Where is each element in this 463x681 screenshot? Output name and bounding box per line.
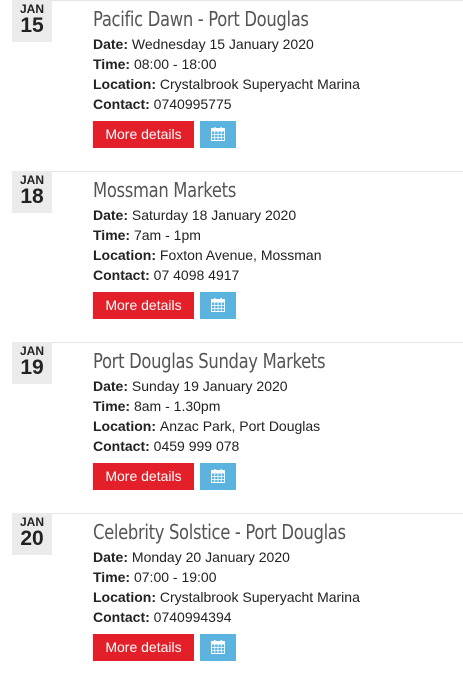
event-contact: 0459 999 078 <box>153 438 240 454</box>
date-badge-day: 18 <box>20 185 44 208</box>
event-title[interactable]: Celebrity Solstice - Port Douglas <box>93 520 346 544</box>
add-to-calendar-button[interactable] <box>200 463 236 490</box>
time-label: Time: <box>93 56 134 72</box>
event-location: Anzac Park, Port Douglas <box>159 418 321 434</box>
event-date: Saturday 18 January 2020 <box>131 207 297 223</box>
event-date-row: Date: Wednesday 15 January 2020 <box>93 35 314 53</box>
add-to-calendar-button[interactable] <box>200 292 236 319</box>
divider <box>52 513 463 514</box>
event-date-row: Date: Saturday 18 January 2020 <box>93 206 296 224</box>
event-contact: 0740994394 <box>153 609 232 625</box>
date-label: Date: <box>93 36 132 52</box>
contact-label: Contact: <box>93 96 154 112</box>
location-label: Location: <box>93 589 160 605</box>
more-details-button[interactable]: More details <box>93 463 194 490</box>
calendar-icon <box>211 127 225 141</box>
event-contact-row: Contact: 0740994394 <box>93 608 232 626</box>
event-contact: 07 4098 4917 <box>153 267 240 283</box>
location-label: Location: <box>93 418 160 434</box>
event-date: Wednesday 15 January 2020 <box>131 36 314 52</box>
more-details-button[interactable]: More details <box>93 292 194 319</box>
location-label: Location: <box>93 76 160 92</box>
event-contact-row: Contact: 0459 999 078 <box>93 437 239 455</box>
event-date-row: Date: Monday 20 January 2020 <box>93 548 290 566</box>
date-label: Date: <box>93 207 132 223</box>
event-time-row: Time: 07:00 - 19:00 <box>93 568 217 586</box>
divider <box>52 342 463 343</box>
divider <box>52 171 463 172</box>
date-badge: JAN 20 <box>12 513 52 555</box>
location-label: Location: <box>93 247 160 263</box>
event-location: Crystalbrook Superyacht Marina <box>159 76 360 92</box>
time-label: Time: <box>93 569 134 585</box>
add-to-calendar-button[interactable] <box>200 121 236 148</box>
calendar-icon <box>211 298 225 312</box>
event-time: 07:00 - 19:00 <box>133 569 217 585</box>
contact-label: Contact: <box>93 438 154 454</box>
event-time: 08:00 - 18:00 <box>133 56 217 72</box>
date-label: Date: <box>93 378 132 394</box>
more-details-button[interactable]: More details <box>93 634 194 661</box>
calendar-icon <box>211 640 225 654</box>
date-badge-day: 15 <box>20 14 44 37</box>
event-time-row: Time: 8am - 1.30pm <box>93 397 220 415</box>
event-time-row: Time: 7am - 1pm <box>93 226 201 244</box>
add-to-calendar-button[interactable] <box>200 634 236 661</box>
date-label: Date: <box>93 549 132 565</box>
more-details-button[interactable]: More details <box>93 121 194 148</box>
event-date: Monday 20 January 2020 <box>131 549 290 565</box>
date-badge: JAN 18 <box>12 171 52 213</box>
event-contact-row: Contact: 0740995775 <box>93 95 232 113</box>
event-contact: 0740995775 <box>153 96 232 112</box>
event-location: Crystalbrook Superyacht Marina <box>159 589 360 605</box>
contact-label: Contact: <box>93 609 154 625</box>
contact-label: Contact: <box>93 267 154 283</box>
event-location: Foxton Avenue, Mossman <box>159 247 322 263</box>
event-contact-row: Contact: 07 4098 4917 <box>93 266 239 284</box>
event-title[interactable]: Pacific Dawn - Port Douglas <box>93 7 309 31</box>
event-title[interactable]: Mossman Markets <box>93 178 236 202</box>
time-label: Time: <box>93 227 134 243</box>
event-title[interactable]: Port Douglas Sunday Markets <box>93 349 326 373</box>
divider <box>52 0 463 1</box>
date-badge-day: 19 <box>20 356 44 379</box>
event-time-row: Time: 08:00 - 18:00 <box>93 55 217 73</box>
time-label: Time: <box>93 398 134 414</box>
event-location-row: Location: Foxton Avenue, Mossman <box>93 246 322 264</box>
event-date-row: Date: Sunday 19 January 2020 <box>93 377 288 395</box>
event-date: Sunday 19 January 2020 <box>131 378 288 394</box>
event-location-row: Location: Crystalbrook Superyacht Marina <box>93 588 360 606</box>
event-location-row: Location: Crystalbrook Superyacht Marina <box>93 75 360 93</box>
calendar-icon <box>211 469 225 483</box>
event-time: 7am - 1pm <box>133 227 201 243</box>
date-badge: JAN 19 <box>12 342 52 384</box>
date-badge: JAN 15 <box>12 0 52 42</box>
event-time: 8am - 1.30pm <box>133 398 221 414</box>
date-badge-day: 20 <box>20 527 44 550</box>
event-location-row: Location: Anzac Park, Port Douglas <box>93 417 320 435</box>
